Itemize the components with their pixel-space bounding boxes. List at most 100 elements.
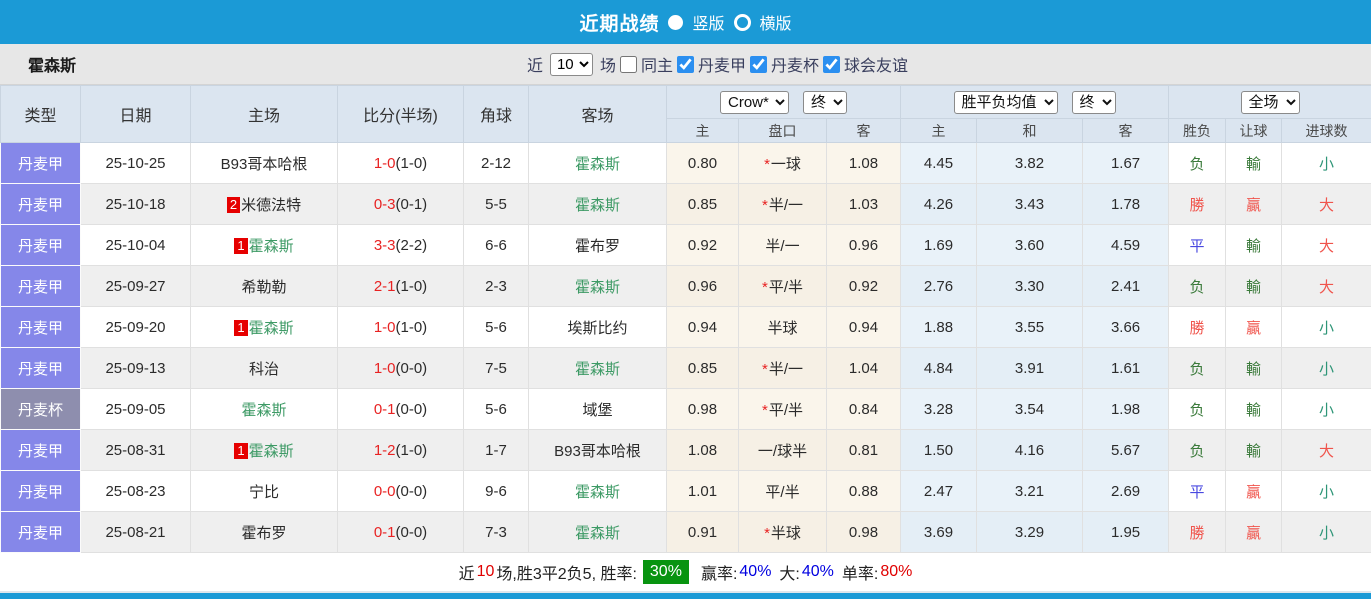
- score-cell: 2-1(1-0): [337, 265, 464, 307]
- avg-odds-select[interactable]: 胜平负均值: [953, 90, 1058, 114]
- scope-select-cell: 全场: [1168, 85, 1371, 119]
- fulltime-score: 0-1: [373, 523, 396, 541]
- same-home-checkbox[interactable]: [619, 55, 637, 73]
- home-odds: 0.85: [666, 347, 739, 389]
- avg-away-odds: 5.67: [1082, 429, 1170, 471]
- summary-record: 场,胜3平2负5, 胜率:: [496, 566, 637, 583]
- result-handicap: 贏: [1225, 470, 1283, 512]
- games-label: 场: [599, 58, 616, 75]
- result-goals: 小: [1281, 347, 1371, 389]
- sub-header-handicap-result: 让球: [1225, 118, 1283, 143]
- filter-bar: 霍森斯 近 10 场 同主 丹麦甲 丹麦杯 球会友谊: [0, 44, 1371, 85]
- competition-checkbox-danish-league[interactable]: [677, 55, 694, 73]
- match-type: 丹麦甲: [0, 265, 81, 307]
- avg-home-odds: 3.69: [900, 511, 978, 553]
- table-row: 丹麦甲 25-09-13 科治 1-0(0-0) 7-5 霍森斯 0.85 *半…: [0, 347, 1371, 389]
- avg-away-odds: 1.78: [1082, 183, 1170, 225]
- recent-count-select[interactable]: 10: [549, 52, 593, 76]
- away-odds: 0.88: [825, 470, 902, 512]
- horizontal-layout-radio[interactable]: [733, 13, 751, 31]
- match-type: 丹麦甲: [0, 142, 81, 184]
- home-team-name: 霍森斯: [248, 319, 294, 337]
- fulltime-score: 2-1: [373, 277, 396, 295]
- result-handicap: 輸: [1225, 388, 1283, 430]
- sub-header-result: 胜负: [1168, 118, 1227, 143]
- table-row: 丹麦甲 25-08-31 1 霍森斯 1-2(1-0) 1-7 B93哥本哈根 1…: [0, 429, 1371, 471]
- star-marker: *: [761, 401, 768, 419]
- home-team: 希勒勒: [190, 265, 338, 307]
- score-cell: 1-0(1-0): [337, 142, 464, 184]
- home-team-name: 霍森斯: [241, 401, 287, 419]
- score-cell: 3-3(2-2): [337, 224, 464, 266]
- table-row: 丹麦甲 25-10-18 2 米德法特 0-3(0-1) 5-5 霍森斯 0.85…: [0, 183, 1371, 225]
- competition-checkbox-club-friendly[interactable]: [823, 55, 841, 73]
- handicap-text: 半/一: [768, 360, 803, 378]
- handicap-text: 半/一: [765, 237, 800, 255]
- home-rank-badge: 1: [234, 237, 248, 254]
- home-team-name: 米德法特: [241, 196, 302, 214]
- big-pct-value: 40%: [801, 563, 834, 580]
- away-team: 霍森斯: [528, 347, 667, 389]
- corner-score: 6-6: [463, 224, 529, 266]
- table-row: 丹麦甲 25-10-04 1 霍森斯 3-3(2-2) 6-6 霍布罗 0.92 …: [0, 224, 1371, 266]
- score-cell: 0-1(0-0): [337, 388, 464, 430]
- halftime-score: (0-1): [395, 195, 428, 213]
- win-pct-value: 40%: [739, 563, 772, 580]
- away-team: 霍森斯: [528, 470, 667, 512]
- result-goals: 小: [1281, 306, 1371, 348]
- away-team-name: 霍森斯: [574, 360, 620, 378]
- match-date: 25-09-20: [80, 306, 191, 348]
- halftime-score: (1-0): [395, 318, 428, 336]
- away-odds: 0.81: [825, 429, 902, 471]
- away-team-name: 霍布罗: [574, 237, 620, 255]
- home-odds: 1.08: [666, 429, 739, 471]
- result-handicap: 輸: [1225, 429, 1283, 471]
- match-date: 25-08-23: [80, 470, 191, 512]
- scope-select[interactable]: 全场: [1240, 90, 1300, 114]
- match-date: 25-09-27: [80, 265, 191, 307]
- star-marker: *: [761, 278, 768, 296]
- avg-home-odds: 1.88: [900, 306, 978, 348]
- sub-header-goals-result: 进球数: [1281, 118, 1371, 143]
- handicap-line: 半球: [738, 306, 827, 348]
- away-team-name: 霍森斯: [574, 196, 620, 214]
- result-handicap: 贏: [1225, 511, 1283, 553]
- col-header-corner: 角球: [463, 85, 529, 143]
- result-goals: 大: [1281, 224, 1371, 266]
- odds-select-cell: Crow* 终: [665, 85, 902, 119]
- match-type: 丹麦甲: [0, 183, 81, 225]
- result-goals: 大: [1281, 183, 1371, 225]
- away-team: 霍森斯: [528, 142, 667, 184]
- result-handicap: 贏: [1225, 306, 1283, 348]
- home-team: 霍森斯: [190, 388, 338, 430]
- star-marker: *: [764, 155, 770, 173]
- competition-checkbox-danish-cup[interactable]: [750, 55, 768, 73]
- halftime-score: (2-2): [395, 236, 428, 254]
- summary-count: 10: [476, 563, 495, 580]
- corner-score: 7-5: [463, 347, 529, 389]
- home-team-name: 霍森斯: [248, 442, 294, 460]
- handicap-line: *半/一: [738, 183, 827, 225]
- home-odds: 0.91: [666, 511, 739, 553]
- result-goals: 大: [1281, 429, 1371, 471]
- table-row: 丹麦杯 25-09-05 霍森斯 0-1(0-0) 5-6 域堡 0.98 *平…: [0, 388, 1371, 430]
- handicap-text: 一/球半: [757, 442, 808, 460]
- result-goals: 小: [1281, 470, 1371, 512]
- avg-time-select[interactable]: 终: [1071, 90, 1116, 114]
- home-odds: 0.96: [666, 265, 739, 307]
- handicap-line: 一/球半: [738, 429, 827, 471]
- avg-away-odds: 2.69: [1082, 470, 1170, 512]
- avg-draw-odds: 3.91: [976, 347, 1084, 389]
- away-team: B93哥本哈根: [528, 429, 667, 471]
- match-type: 丹麦甲: [0, 306, 81, 348]
- odds-company-select[interactable]: Crow*: [720, 90, 790, 114]
- away-team-name: 埃斯比约: [567, 319, 628, 337]
- avg-away-odds: 1.98: [1082, 388, 1170, 430]
- vertical-layout-radio[interactable]: [668, 14, 684, 30]
- halftime-score: (0-0): [395, 482, 428, 500]
- odds-time-select[interactable]: 终: [803, 90, 848, 114]
- corner-score: 5-6: [463, 306, 529, 348]
- star-marker: *: [761, 196, 768, 214]
- corner-score: 1-7: [463, 429, 529, 471]
- avg-draw-odds: 3.21: [976, 470, 1084, 512]
